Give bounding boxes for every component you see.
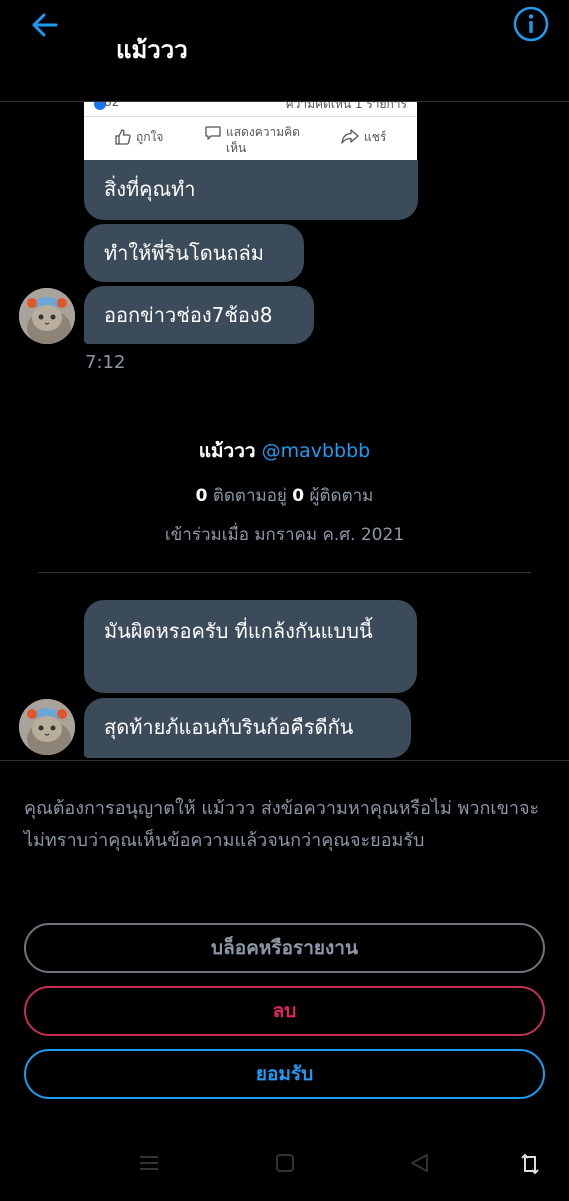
message-bubble[interactable]: มันผิดหรอครับ ที่แกล้งกันแบบนี้ xyxy=(84,600,417,693)
share-arrow-icon xyxy=(341,129,359,144)
following-label: ติดตามอยู่ xyxy=(212,486,287,506)
speech-bubble-icon xyxy=(205,126,221,140)
divider xyxy=(38,572,531,573)
delete-button[interactable]: ลบ xyxy=(24,986,545,1036)
info-icon[interactable] xyxy=(512,5,550,43)
home-square-icon[interactable] xyxy=(274,1152,296,1174)
share-action: แชร์ xyxy=(340,128,386,147)
system-navigation-bar xyxy=(0,1130,569,1200)
accept-button[interactable]: ยอมรับ xyxy=(24,1049,545,1099)
following-count: 0 xyxy=(195,486,208,506)
block-report-button[interactable]: บล็อคหรือรายงาน xyxy=(24,923,545,973)
profile-name[interactable]: แม้ววว xyxy=(199,440,256,462)
profile-summary: แม้ววว @mavbbbb xyxy=(0,436,569,466)
thumbs-up-icon xyxy=(115,129,131,145)
rotate-icon[interactable] xyxy=(518,1152,542,1176)
menu-icon[interactable] xyxy=(138,1152,160,1174)
cat-avatar-icon xyxy=(19,288,75,344)
message-bubble[interactable]: สิ่งที่คุณทำ xyxy=(84,160,418,220)
message-bubble[interactable]: ออกข่าวช่อง7ช้อง8 xyxy=(84,286,314,344)
cat-avatar-icon xyxy=(19,699,75,755)
joined-date: เข้าร่วมเมื่อ มกราคม ค.ศ. 2021 xyxy=(164,525,405,545)
back-triangle-icon[interactable] xyxy=(408,1152,430,1174)
follow-stats: 0 ติดตามอยู่ 0 ผู้ติดตาม xyxy=(0,482,569,509)
sender-avatar[interactable] xyxy=(19,288,75,344)
like-action: ถูกใจ xyxy=(114,128,163,147)
reaction-count: 82 xyxy=(104,102,120,109)
comment-action: แสดงความคิด เห็น xyxy=(204,124,314,156)
message-bubble[interactable]: ทำให้พี่รินโดนถล่ม xyxy=(84,224,304,282)
message-bubble[interactable]: สุดท้ายภ้แอนกับรินก้อคืรดีกัน xyxy=(84,698,411,758)
followers-count: 0 xyxy=(292,486,305,506)
shared-screenshot[interactable]: 82 ความคิดเห็น 1 รายการ ถูกใจ แสดงความคิ… xyxy=(84,102,417,160)
message-timestamp: 7:12 xyxy=(85,352,126,373)
shared-screenshot-stats: 82 ความคิดเห็น 1 รายการ xyxy=(84,102,417,117)
request-prompt: คุณต้องการอนุญาตให้ แม้ววว ส่งข้อความหาค… xyxy=(24,798,540,851)
sender-avatar[interactable] xyxy=(19,699,75,755)
profile-handle[interactable]: @mavbbbb xyxy=(262,440,371,462)
conversation-header: แม้ววว xyxy=(0,0,569,102)
arrow-left-icon[interactable] xyxy=(28,8,62,42)
followers-label: ผู้ติดตาม xyxy=(309,486,374,506)
conversation-title: แม้ววว xyxy=(116,36,188,64)
comment-count: ความคิดเห็น 1 รายการ xyxy=(285,102,407,111)
